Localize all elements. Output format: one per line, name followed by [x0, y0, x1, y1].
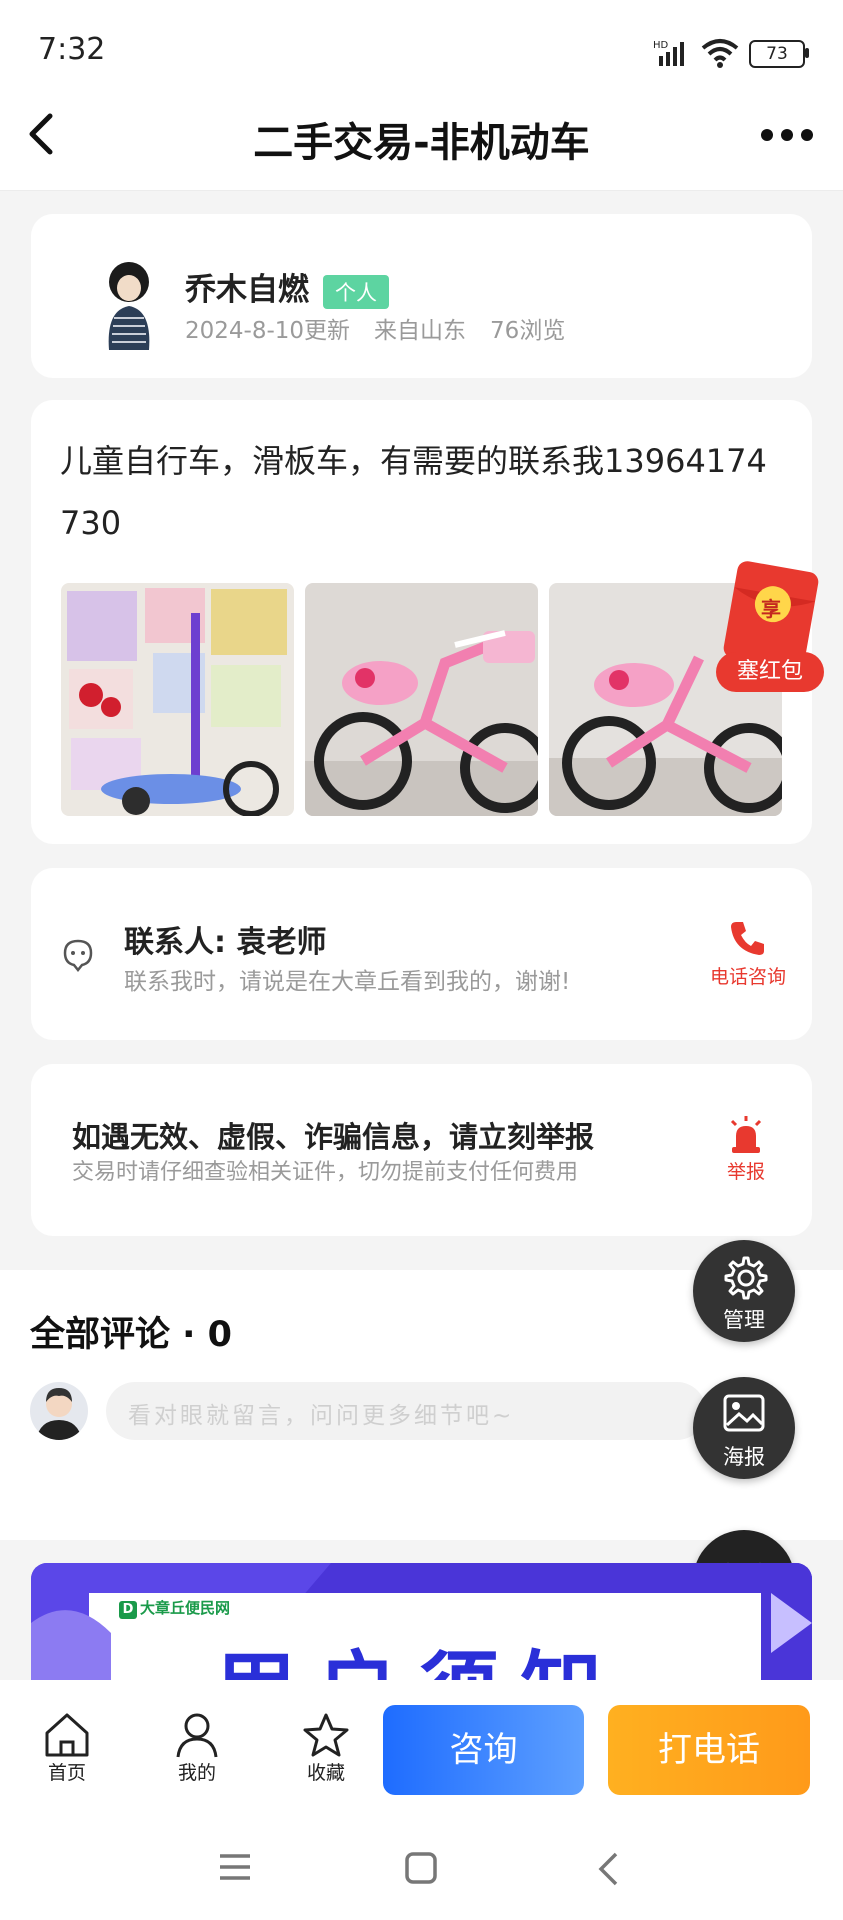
photo-thumbnail-bike-1[interactable]: [305, 583, 538, 816]
comment-placeholder: 看对眼就留言，问问更多细节吧~: [128, 1403, 515, 1429]
red-packet-button[interactable]: 享 塞红包: [716, 560, 826, 700]
view-count: 76浏览: [490, 318, 566, 344]
banner-heading: 用户须知: [214, 1623, 622, 1680]
consult-button[interactable]: 咨询: [383, 1705, 584, 1795]
post-text: 儿童自行车，滑板车，有需要的联系我13964174730: [60, 442, 767, 542]
poster-type-badge: 个人: [323, 274, 389, 309]
comments-title: 全部评论 · 0: [30, 1315, 233, 1355]
alarm-icon: [730, 1116, 762, 1153]
report-title: 如遇无效、虚假、诈骗信息，请立刻举报: [72, 1120, 595, 1154]
image-icon: [723, 1394, 765, 1432]
contact-subtitle: 联系我时，请说是在大章丘看到我的，谢谢!: [124, 969, 571, 995]
comment-input[interactable]: 看对眼就留言，问问更多细节吧~: [106, 1382, 706, 1440]
logo-mark: D: [119, 1601, 137, 1619]
svg-text:HD: HD: [653, 40, 669, 51]
poster-name-row: 乔木自燃 个人: [185, 264, 389, 309]
avatar-image: [108, 262, 150, 350]
updated-date: 2024-8-10更新: [185, 318, 351, 344]
bike-photo-1: [305, 583, 538, 816]
home-icon: [45, 1713, 89, 1757]
location: 来自山东: [374, 318, 467, 344]
battery-tip: [805, 48, 809, 58]
person-icon: [176, 1713, 218, 1758]
notice-banner[interactable]: D大章丘便民网 用户须知: [31, 1563, 812, 1680]
tab-favorite[interactable]: 收藏: [281, 1712, 371, 1785]
banner-logo: D 大章丘便民网: [119, 1597, 230, 1619]
poster-name[interactable]: 乔木自燃: [185, 272, 309, 308]
call-button[interactable]: 打电话: [608, 1705, 810, 1795]
tab-favorite-label: 收藏: [306, 1762, 345, 1784]
commenter-avatar: [30, 1382, 88, 1440]
star-icon: [303, 1713, 349, 1757]
red-packet-label: 塞红包: [716, 652, 824, 692]
system-home-button[interactable]: [404, 1851, 438, 1889]
tab-mine-label: 我的: [177, 1762, 216, 1784]
system-menu-button[interactable]: [218, 1852, 252, 1886]
phone-icon: [731, 922, 764, 955]
gear-icon: [724, 1256, 768, 1300]
manage-fab[interactable]: 管理: [693, 1240, 795, 1342]
contact-person-icon: [62, 938, 94, 976]
tab-home-label: 首页: [47, 1762, 86, 1784]
signal-icon: HD: [653, 38, 691, 70]
page-title: 二手交易-非机动车: [253, 120, 590, 166]
contact-title: 联系人: 袁老师: [124, 925, 327, 960]
more-options-button[interactable]: [760, 127, 814, 146]
banner-logo-text: 大章丘便民网: [140, 1599, 231, 1617]
wifi-icon: [700, 36, 740, 72]
red-packet-badge: 享: [761, 597, 781, 621]
poster-avatar[interactable]: [84, 252, 174, 350]
manage-label: 管理: [723, 1308, 765, 1332]
battery-level: 73: [766, 44, 788, 64]
report-label: 举报: [726, 1161, 765, 1183]
menu-icon: [220, 1854, 250, 1880]
tab-home[interactable]: 首页: [22, 1712, 112, 1785]
system-back-button[interactable]: [596, 1851, 620, 1891]
more-icon: [761, 129, 813, 141]
tab-mine[interactable]: 我的: [152, 1712, 242, 1785]
phone-consult-button[interactable]: 电话咨询: [700, 918, 796, 992]
poster-label: 海报: [723, 1445, 765, 1469]
report-button[interactable]: 举报: [710, 1115, 782, 1184]
battery-icon: 73: [749, 40, 805, 68]
poster-fab[interactable]: 海报: [693, 1377, 795, 1479]
photo-thumbnail-scooter[interactable]: [61, 583, 294, 816]
status-time: 7:32: [38, 32, 106, 67]
avatar-icon: [36, 1388, 82, 1440]
phone-consult-label: 电话咨询: [709, 966, 786, 988]
report-subtitle: 交易时请仔细查验相关证件，切勿提前支付任何费用: [72, 1160, 579, 1185]
back-arrow-icon: [598, 1852, 618, 1886]
poster-meta: 2024-8-10更新 来自山东 76浏览: [185, 311, 565, 345]
square-icon: [405, 1852, 437, 1884]
scooter-photo: [61, 583, 294, 816]
